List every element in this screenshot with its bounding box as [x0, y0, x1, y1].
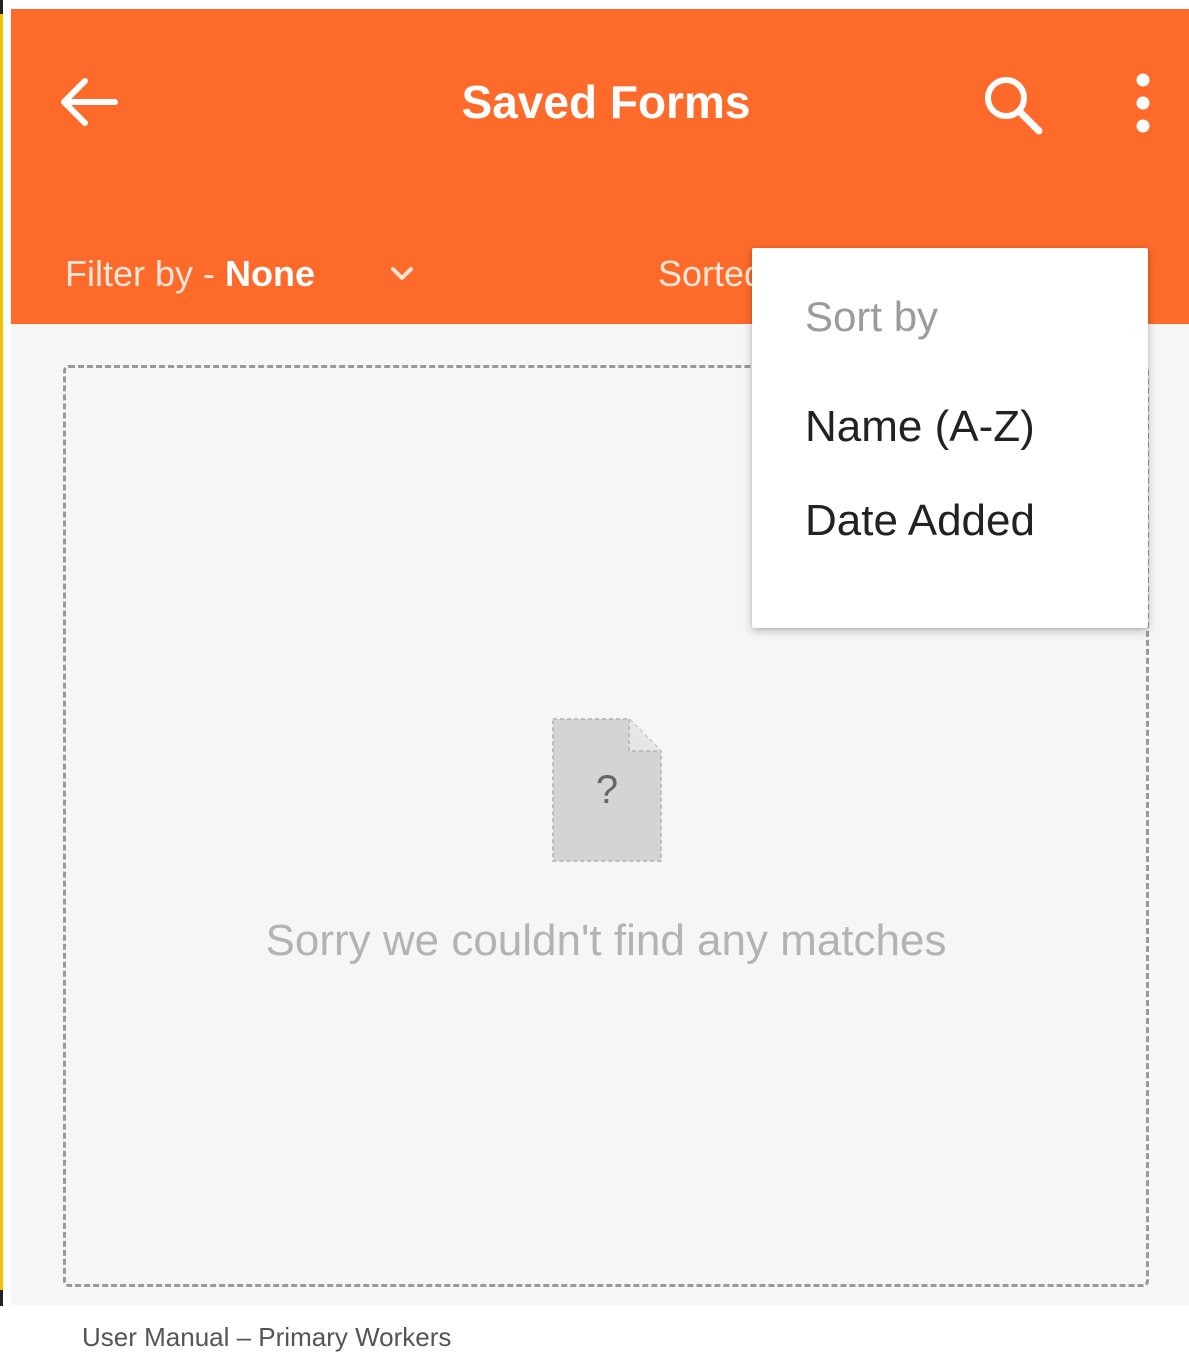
page-frame: Saved Forms Filter by - None Sorted ? So… [0, 0, 1189, 1365]
chevron-down-icon [391, 267, 413, 280]
unknown-document-icon: ? [551, 717, 663, 863]
app-screen: Saved Forms Filter by - None Sorted ? So… [11, 9, 1189, 1305]
sort-menu-header: Sort by [805, 293, 939, 340]
document-icon-glyph: ? [596, 768, 618, 812]
more-options-button[interactable] [1119, 69, 1167, 141]
filter-dropdown[interactable]: Filter by - None [65, 247, 315, 301]
page-margin-rule [0, 0, 3, 1305]
page-margin-rule-top [0, 0, 3, 14]
sort-option-date-added[interactable]: Date Added [805, 488, 1035, 554]
filter-chevron-button[interactable] [387, 259, 417, 289]
sort-option-name[interactable]: Name (A-Z) [805, 394, 1035, 460]
sort-menu: Sort by Name (A-Z) Date Added [752, 248, 1148, 628]
search-icon [985, 77, 1043, 135]
more-vert-icon [1136, 73, 1150, 133]
sort-dropdown[interactable]: Sorted by [658, 247, 758, 301]
filter-value: None [225, 253, 316, 294]
page-margin-rule-bottom [0, 1290, 3, 1306]
filter-label: Filter by - [65, 253, 226, 294]
search-button[interactable] [979, 71, 1047, 137]
empty-state-message: Sorry we couldn't find any matches [265, 916, 947, 965]
document-caption: User Manual – Primary Workers [82, 1322, 452, 1352]
